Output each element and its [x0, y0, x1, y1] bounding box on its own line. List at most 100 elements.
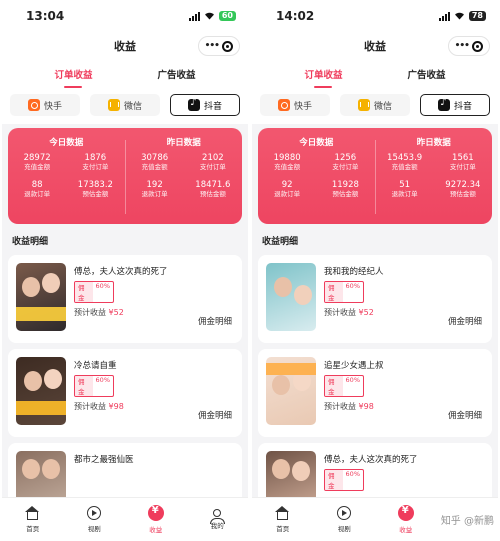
money-bag-icon: [147, 505, 164, 521]
list-item[interactable]: 追星少女遇上叔 佣金 60% 预计收益 ¥98 佣金明细: [258, 349, 492, 437]
stat-label: 退款订单: [24, 190, 51, 198]
wechat-icon: [107, 99, 120, 111]
mini-program-capsule[interactable]: •••: [448, 36, 490, 56]
platform-kuaishou-button[interactable]: 快手: [10, 94, 80, 116]
yesterday-stats: 昨日数据 30786 充值金额 2102 支付订单 192 退款订单 18471.6 预…: [126, 128, 243, 224]
stat-label: 充值金额: [274, 163, 301, 171]
earn-amount: ¥52: [108, 308, 124, 317]
stat-value: 1876: [84, 153, 107, 163]
drama-title: 都市之最强仙医: [74, 455, 134, 465]
commission-badge: 佣金 60%: [74, 375, 114, 397]
close-target-icon[interactable]: [222, 40, 234, 52]
platform-douyin-button[interactable]: 抖音: [170, 94, 240, 116]
platform-label: 快手: [293, 101, 312, 112]
stat-label: 预估金额: [199, 190, 226, 198]
money-bag-icon: [397, 505, 414, 521]
earn-label: 预计收益: [74, 402, 106, 411]
nav-home[interactable]: 首页: [13, 505, 53, 533]
section-title: 收益明细: [262, 237, 299, 247]
stat-label: 预估金额: [449, 190, 476, 198]
platform-kuaishou-button[interactable]: 快手: [260, 94, 330, 116]
tab-order-income[interactable]: 订单收益: [54, 67, 93, 88]
commission-label: 佣金: [325, 376, 343, 396]
nav-me[interactable]: 我的: [197, 509, 237, 530]
earn-label: 预计收益: [324, 308, 356, 317]
phone-screen-right: 14:02 78 收益 ••• 订单收益 广告收益 快手 微信 抖音 今日数据 …: [252, 0, 498, 541]
list-item[interactable]: 冷总请自重 佣金 60% 预计收益 ¥98 佣金明细: [8, 349, 242, 437]
drama-title: 冷总请自重: [74, 361, 117, 371]
tab-bar: 订单收益 广告收益: [2, 60, 248, 90]
wifi-icon: [204, 12, 214, 20]
yesterday-stats-header: 昨日数据: [166, 138, 201, 148]
today-stats-header: 今日数据: [299, 138, 334, 148]
platform-wechat-button[interactable]: 微信: [90, 94, 160, 116]
nav-bar: 收益 •••: [2, 32, 248, 60]
more-icon[interactable]: •••: [455, 41, 470, 51]
user-icon: [210, 509, 226, 524]
mini-program-capsule[interactable]: •••: [198, 36, 240, 56]
nav-drama[interactable]: 视剧: [74, 506, 114, 533]
stat-label: 充值金额: [141, 163, 168, 171]
commission-detail-link[interactable]: 佣金明细: [448, 315, 482, 327]
drama-title: 追星少女遇上叔: [324, 361, 384, 371]
wifi-icon: [454, 12, 464, 20]
today-stats: 今日数据 19880 充值金额 1256 支付订单 92 退款订单 11928 预估金额: [258, 128, 375, 224]
battery-indicator: 60: [218, 11, 236, 21]
stat-value: 19880: [273, 153, 301, 163]
home-icon: [25, 505, 40, 520]
nav-label: 收益: [149, 526, 163, 534]
platform-wechat-button[interactable]: 微信: [340, 94, 410, 116]
commission-label: 佣金: [75, 376, 93, 396]
stat-value: 2102: [202, 153, 224, 163]
yesterday-stats: 昨日数据 15453.9 充值金额 1561 支付订单 51 退款订单 9272.34…: [376, 128, 493, 224]
tab-order-income[interactable]: 订单收益: [304, 67, 343, 88]
commission-rate: 60%: [345, 282, 360, 290]
stat-label: 预估金额: [82, 190, 109, 198]
yesterday-stats-header: 昨日数据: [416, 138, 451, 148]
commission-badge: 佣金 60%: [324, 469, 364, 491]
stat-value: 192: [146, 180, 163, 190]
nav-income[interactable]: 收益: [136, 505, 176, 534]
tab-bar: 订单收益 广告收益: [252, 60, 498, 90]
stat-label: 退款订单: [274, 190, 301, 198]
signal-icon: [438, 11, 450, 21]
status-bar: 13:04 60: [2, 0, 248, 32]
tab-ad-income[interactable]: 广告收益: [157, 67, 195, 83]
drama-title: 傅总，夫人这次真的死了: [74, 267, 168, 277]
more-icon[interactable]: •••: [205, 41, 220, 51]
list-item[interactable]: 傅总，夫人这次真的死了 佣金 60% 预计收益 ¥52 佣金明细: [8, 255, 242, 343]
close-target-icon[interactable]: [472, 40, 484, 52]
status-time: 13:04: [26, 9, 65, 23]
drama-title: 傅总，夫人这次真的死了: [324, 455, 418, 465]
earn-label: 预计收益: [74, 308, 106, 317]
nav-income[interactable]: 收益: [386, 505, 426, 534]
bottom-nav: 首页 视剧 收益 我的: [2, 497, 248, 541]
home-icon: [275, 505, 290, 520]
watermark-text: 知乎 @新鹏: [440, 516, 494, 527]
stat-value: 88: [31, 180, 43, 190]
platform-douyin-button[interactable]: 抖音: [420, 94, 490, 116]
nav-home[interactable]: 首页: [263, 505, 303, 533]
stat-label: 充值金额: [391, 163, 418, 171]
commission-detail-link[interactable]: 佣金明细: [198, 409, 232, 421]
estimated-earnings: 预计收益 ¥52: [324, 307, 384, 318]
estimated-earnings: 预计收益 ¥98: [324, 401, 384, 412]
commission-detail-link[interactable]: 佣金明细: [448, 409, 482, 421]
page-title: 收益: [114, 40, 136, 53]
stat-value: 1561: [452, 153, 474, 163]
stat-label: 退款订单: [391, 190, 418, 198]
nav-label: 首页: [26, 524, 40, 533]
tab-ad-income[interactable]: 广告收益: [407, 67, 445, 83]
commission-detail-link[interactable]: 佣金明细: [198, 315, 232, 327]
platform-label: 微信: [123, 101, 142, 112]
page-title: 收益: [364, 40, 386, 53]
kuaishou-icon: [277, 99, 290, 111]
stat-value: 15453.9: [387, 153, 423, 163]
nav-label: 首页: [276, 524, 290, 533]
nav-label: 视剧: [87, 525, 101, 533]
list-item[interactable]: 我和我的经纪人 佣金 60% 预计收益 ¥52 佣金明细: [258, 255, 492, 343]
drama-cover-image: [16, 357, 66, 425]
wechat-icon: [357, 99, 370, 111]
nav-drama[interactable]: 视剧: [324, 506, 364, 533]
stat-value: 28972: [23, 153, 51, 163]
